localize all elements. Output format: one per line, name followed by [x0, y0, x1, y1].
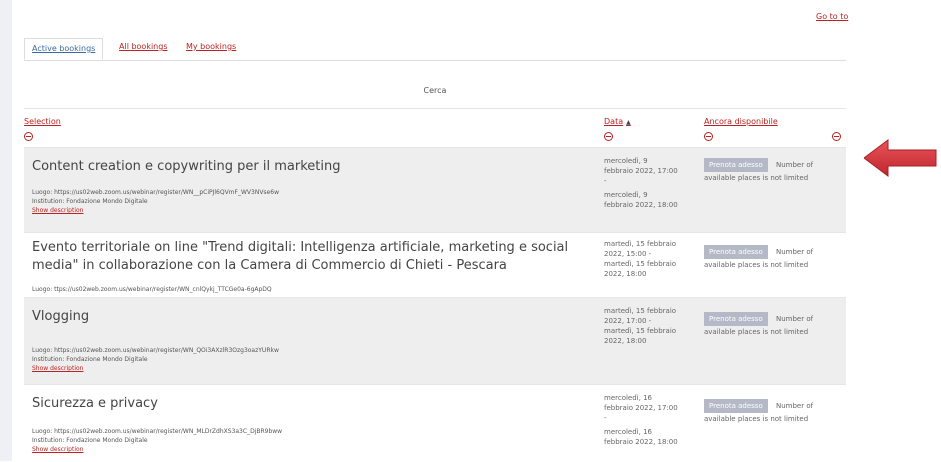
collapse-selection-icon[interactable]	[24, 132, 33, 141]
event-location: Luogo: https://us02web.zoom.us/webinar/r…	[32, 428, 283, 435]
event-date: mercoledì, 16 febbraio 2022, 17:00 - mer…	[604, 393, 692, 447]
date-line: 2022, 18:00	[604, 337, 647, 345]
date-line: febbraio 2022, 17:00	[604, 167, 678, 175]
availability-text: available places is not limited	[704, 261, 809, 269]
availability-text: available places is not limited	[704, 174, 809, 182]
show-description-link[interactable]: Show description	[32, 446, 83, 453]
date-line: mercoledì, 16	[604, 428, 652, 436]
date-line: martedì, 15 febbraio	[604, 327, 677, 335]
date-line: 2022, 17:00 -	[604, 317, 652, 325]
event-location: Luogo: ttps://us02web.zoom.us/webinar/re…	[32, 286, 272, 293]
table-row: Sicurezza e privacy Luogo: https://us02w…	[24, 384, 846, 462]
book-now-button[interactable]: Prenota adesso	[704, 312, 768, 326]
event-title: Evento territoriale on line "Trend digit…	[32, 240, 569, 273]
date-line: mercoledì, 16	[604, 394, 652, 402]
date-line: mercoledì, 9	[604, 191, 648, 199]
collapse-data-icon[interactable]	[604, 132, 613, 141]
column-header-selection[interactable]: Selection	[24, 117, 61, 126]
search-label[interactable]: Cerca	[24, 86, 846, 95]
event-institution: Institution: Fondazione Mondo Digitale	[32, 198, 148, 205]
event-date: mercoledì, 9 febbraio 2022, 17:00 - merc…	[604, 156, 692, 210]
table-row: Evento territoriale on line "Trend digit…	[24, 232, 846, 297]
table-header: Selection Data ▲ Ancora disponibile	[24, 108, 846, 147]
tab-all-bookings[interactable]: All bookings	[119, 42, 168, 51]
event-institution: Institution: Fondazione Mondo Digitale	[32, 356, 148, 363]
sort-ascending-icon: ▲	[626, 119, 631, 126]
book-now-button[interactable]: Prenota adesso	[704, 245, 768, 259]
tab-active-bookings[interactable]: Active bookings	[24, 38, 104, 60]
booking-tabs: Active bookings All bookings My bookings	[24, 38, 846, 61]
collapse-actions-icon[interactable]	[832, 132, 841, 141]
event-date: martedì, 15 febbraio 2022, 17:00 - marte…	[604, 306, 692, 346]
date-line: 2022, 15:00 -	[604, 250, 652, 258]
date-line: -	[604, 177, 607, 185]
date-line: martedì, 15 febbraio	[604, 260, 677, 268]
date-line: martedì, 15 febbraio	[604, 240, 677, 248]
show-description-link[interactable]: Show description	[32, 365, 83, 372]
event-title: Sicurezza e privacy	[32, 396, 158, 411]
event-date: martedì, 15 febbraio 2022, 15:00 - marte…	[604, 239, 692, 279]
availability-text: available places is not limited	[704, 415, 809, 423]
table-row: Content creation e copywriting per il ma…	[24, 147, 846, 232]
date-line: febbraio 2022, 18:00	[604, 201, 678, 209]
collapse-available-icon[interactable]	[704, 132, 713, 141]
date-line: 2022, 18:00	[604, 270, 647, 278]
event-location: Luogo: https://us02web.zoom.us/webinar/r…	[32, 347, 279, 354]
column-header-data-label: Data	[604, 117, 624, 126]
show-description-link[interactable]: Show description	[32, 207, 83, 214]
left-sidebar-strip	[0, 0, 12, 461]
event-location: Luogo: https://us02web.zoom.us/webinar/r…	[32, 189, 279, 196]
date-line: -	[604, 414, 607, 422]
event-institution: Institution: Fondazione Mondo Digitale	[32, 437, 148, 444]
annotation-arrow-icon	[864, 139, 937, 177]
date-line: mercoledì, 9	[604, 157, 648, 165]
availability-text: available places is not limited	[704, 328, 809, 336]
event-title: Vlogging	[32, 309, 90, 324]
date-line: martedì, 15 febbraio	[604, 307, 677, 315]
table-row: Vlogging Luogo: https://us02web.zoom.us/…	[24, 297, 846, 384]
book-now-button[interactable]: Prenota adesso	[704, 399, 768, 413]
column-header-available[interactable]: Ancora disponibile	[704, 117, 778, 126]
column-header-data[interactable]: Data ▲	[604, 117, 631, 126]
tab-my-bookings[interactable]: My bookings	[186, 42, 236, 51]
date-line: febbraio 2022, 18:00	[604, 438, 678, 446]
event-title: Content creation e copywriting per il ma…	[32, 159, 341, 174]
book-now-button[interactable]: Prenota adesso	[704, 158, 768, 172]
availability-text: Number of	[776, 161, 814, 169]
availability-text: Number of	[776, 248, 814, 256]
availability-text: Number of	[776, 402, 814, 410]
go-to-top-link[interactable]: Go to to	[816, 12, 848, 21]
availability-text: Number of	[776, 315, 814, 323]
date-line: febbraio 2022, 17:00	[604, 404, 678, 412]
